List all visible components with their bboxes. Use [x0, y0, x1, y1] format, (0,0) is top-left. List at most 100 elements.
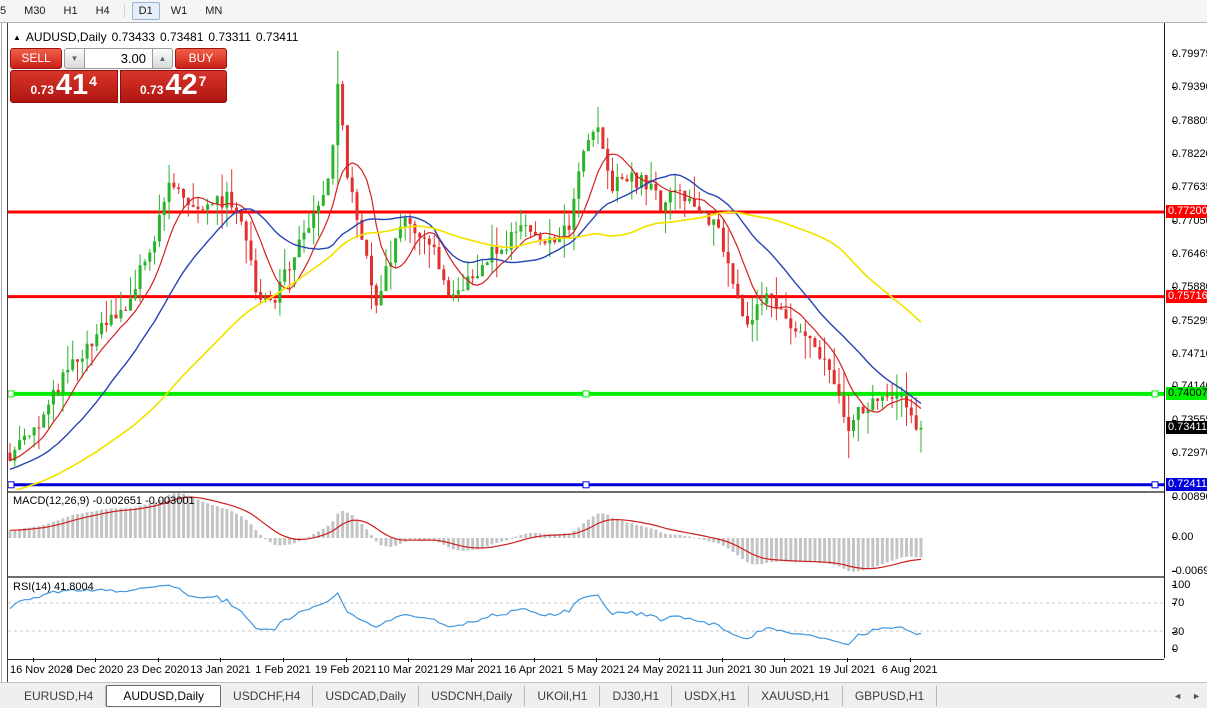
trading-platform-window: 5 M30 H1 H4 D1 W1 MN 16 Nov 2020 4 Dec 20…	[0, 0, 1207, 708]
date-label: 4 Dec 2020	[66, 664, 124, 676]
date-tick	[95, 658, 97, 662]
date-tick	[157, 658, 159, 662]
date-label: 10 Mar 2021	[377, 664, 440, 676]
timeframe-button-mn[interactable]: MN	[198, 2, 229, 20]
date-label: 5 May 2021	[567, 664, 626, 676]
sell-price-tile[interactable]: 0.73 41 4	[10, 70, 118, 103]
sell-price-big: 41	[55, 69, 89, 101]
tab-usdcad-daily[interactable]: USDCAD,Daily	[313, 685, 420, 706]
date-axis: 16 Nov 2020 4 Dec 2020 23 Dec 2020 13 Jan 2…	[8, 658, 1164, 682]
hline-price-tag: 0.72411	[1166, 477, 1207, 491]
price-tick-label: 0.74710	[1172, 347, 1207, 360]
rsi-scale-label: 30	[1172, 626, 1185, 638]
sell-price-prefix: 0.73	[30, 83, 54, 97]
tab-dj30-h1[interactable]: DJ30,H1	[600, 685, 673, 706]
macd-scale-label: -0.00697	[1172, 565, 1207, 577]
timeframe-button-d1[interactable]: D1	[131, 2, 160, 20]
date-tick	[408, 658, 410, 662]
timeframe-button-h1[interactable]: H1	[57, 2, 85, 20]
hline-handle[interactable]	[582, 390, 590, 398]
collapse-panel-icon[interactable]: ▲	[13, 33, 21, 42]
tab-xauusd-h1[interactable]: XAUUSD,H1	[749, 685, 843, 706]
rsi-indicator-panel[interactable]	[8, 576, 1164, 660]
chart-title: ▲ AUDUSD,Daily 0.73433 0.73481 0.73311 0.7341…	[13, 30, 298, 44]
timeframe-button-w1[interactable]: W1	[164, 2, 195, 20]
date-tick	[659, 658, 661, 662]
hline-price-tag: 0.75716	[1166, 289, 1207, 303]
hline-handle[interactable]	[582, 481, 590, 489]
price-scale: 0.799750.793900.788050.782200.776350.770…	[1164, 23, 1207, 658]
date-label: 16 Apr 2021	[504, 664, 564, 676]
date-label: 30 Jun 2021	[754, 664, 815, 676]
tab-scroll-arrows: ◄ ►	[1173, 691, 1201, 701]
timeframe-button-h4[interactable]: H4	[89, 2, 117, 20]
moving-average-55	[13, 211, 922, 490]
candles-group	[8, 50, 923, 467]
hline-handle[interactable]	[8, 390, 15, 398]
price-tick-label: 0.78805	[1172, 114, 1207, 127]
rsi-scale-label: 70	[1172, 597, 1185, 609]
hline-price-tag: 0.74007	[1166, 386, 1207, 400]
date-tick	[533, 658, 535, 662]
tab-usdchf-h4[interactable]: USDCHF,H4	[221, 685, 314, 706]
tab-ukoil-h1[interactable]: UKOil,H1	[525, 685, 601, 706]
quote-close: 0.73411	[255, 30, 299, 44]
current-price-tag: 0.73411	[1166, 420, 1207, 434]
date-tick	[784, 658, 786, 662]
rsi-line	[9, 584, 922, 646]
price-tick-label: 0.79975	[1172, 48, 1207, 60]
tab-audusd-daily[interactable]: AUDUSD,Daily	[106, 684, 222, 707]
quote-high: 0.73481	[160, 30, 204, 44]
hline-price-tag: 0.77200	[1166, 205, 1207, 218]
macd-signal-line	[10, 496, 922, 570]
hline-handle[interactable]	[8, 481, 15, 489]
chart-symbol-label: AUDUSD,Daily	[25, 30, 107, 44]
date-label: 19 Jul 2021	[818, 664, 876, 676]
buy-button[interactable]: BUY	[175, 48, 227, 69]
timeframe-button-m5[interactable]: 5	[0, 2, 13, 20]
rsi-label: RSI(14) 41.8004	[13, 581, 94, 593]
volume-input[interactable]	[85, 48, 152, 69]
hline-handle[interactable]	[1151, 481, 1159, 489]
macd-scale-label: 0.00	[1172, 531, 1194, 543]
quote-low: 0.73311	[208, 30, 251, 44]
date-label: 16 Nov 2020	[10, 664, 73, 676]
tab-usdx-h1[interactable]: USDX,H1	[672, 685, 750, 706]
date-label: 23 Dec 2020	[126, 664, 189, 676]
date-tick	[283, 658, 285, 662]
date-label: 13 Jan 2021	[190, 664, 251, 676]
price-tick-label: 0.77635	[1172, 181, 1207, 194]
date-label: 24 May 2021	[627, 664, 691, 676]
timeframe-toolbar: 5 M30 H1 H4 D1 W1 MN	[0, 0, 1207, 23]
rsi-scale-label: 100	[1172, 579, 1191, 591]
macd-label: MACD(12,26,9) -0.002651 -0.003001	[13, 495, 195, 507]
date-tick	[596, 658, 598, 662]
date-label: 11 Jun 2021	[691, 664, 752, 676]
date-label: 6 Aug 2021	[881, 664, 938, 676]
volume-decrease-button[interactable]: ▼	[64, 48, 85, 69]
tab-gbpusd-h1[interactable]: GBPUSD,H1	[843, 685, 938, 706]
price-tick-label: 0.72970	[1172, 446, 1207, 459]
date-tick	[32, 658, 34, 662]
buy-price-tile[interactable]: 0.73 42 7	[119, 70, 227, 103]
price-tick-label: 0.75295	[1172, 314, 1207, 327]
window-border-outer	[1, 23, 2, 682]
hline-handle[interactable]	[1151, 390, 1159, 398]
macd-scale-label: 0.008903	[1172, 491, 1207, 503]
date-label: 29 Mar 2021	[440, 664, 502, 676]
tab-scroll-left-icon[interactable]: ◄	[1173, 691, 1182, 701]
buy-price-prefix: 0.73	[140, 83, 164, 97]
rsi-scale-label: 0	[1172, 643, 1178, 655]
volume-increase-button[interactable]: ▲	[152, 48, 173, 69]
date-tick	[471, 658, 473, 662]
quote-open: 0.73433	[111, 30, 155, 44]
date-tick	[847, 658, 848, 662]
tab-scroll-right-icon[interactable]: ►	[1192, 691, 1201, 701]
price-tick-label: 0.79390	[1172, 81, 1207, 94]
buy-price-pip: 7	[198, 73, 207, 89]
timeframe-button-m30[interactable]: M30	[17, 2, 52, 20]
tab-eurusd-h4[interactable]: EURUSD,H4	[12, 685, 107, 706]
sell-button[interactable]: SELL	[10, 48, 62, 69]
price-tick-label: 0.78220	[1172, 147, 1207, 160]
tab-usdcnh-daily[interactable]: USDCNH,Daily	[419, 685, 526, 706]
